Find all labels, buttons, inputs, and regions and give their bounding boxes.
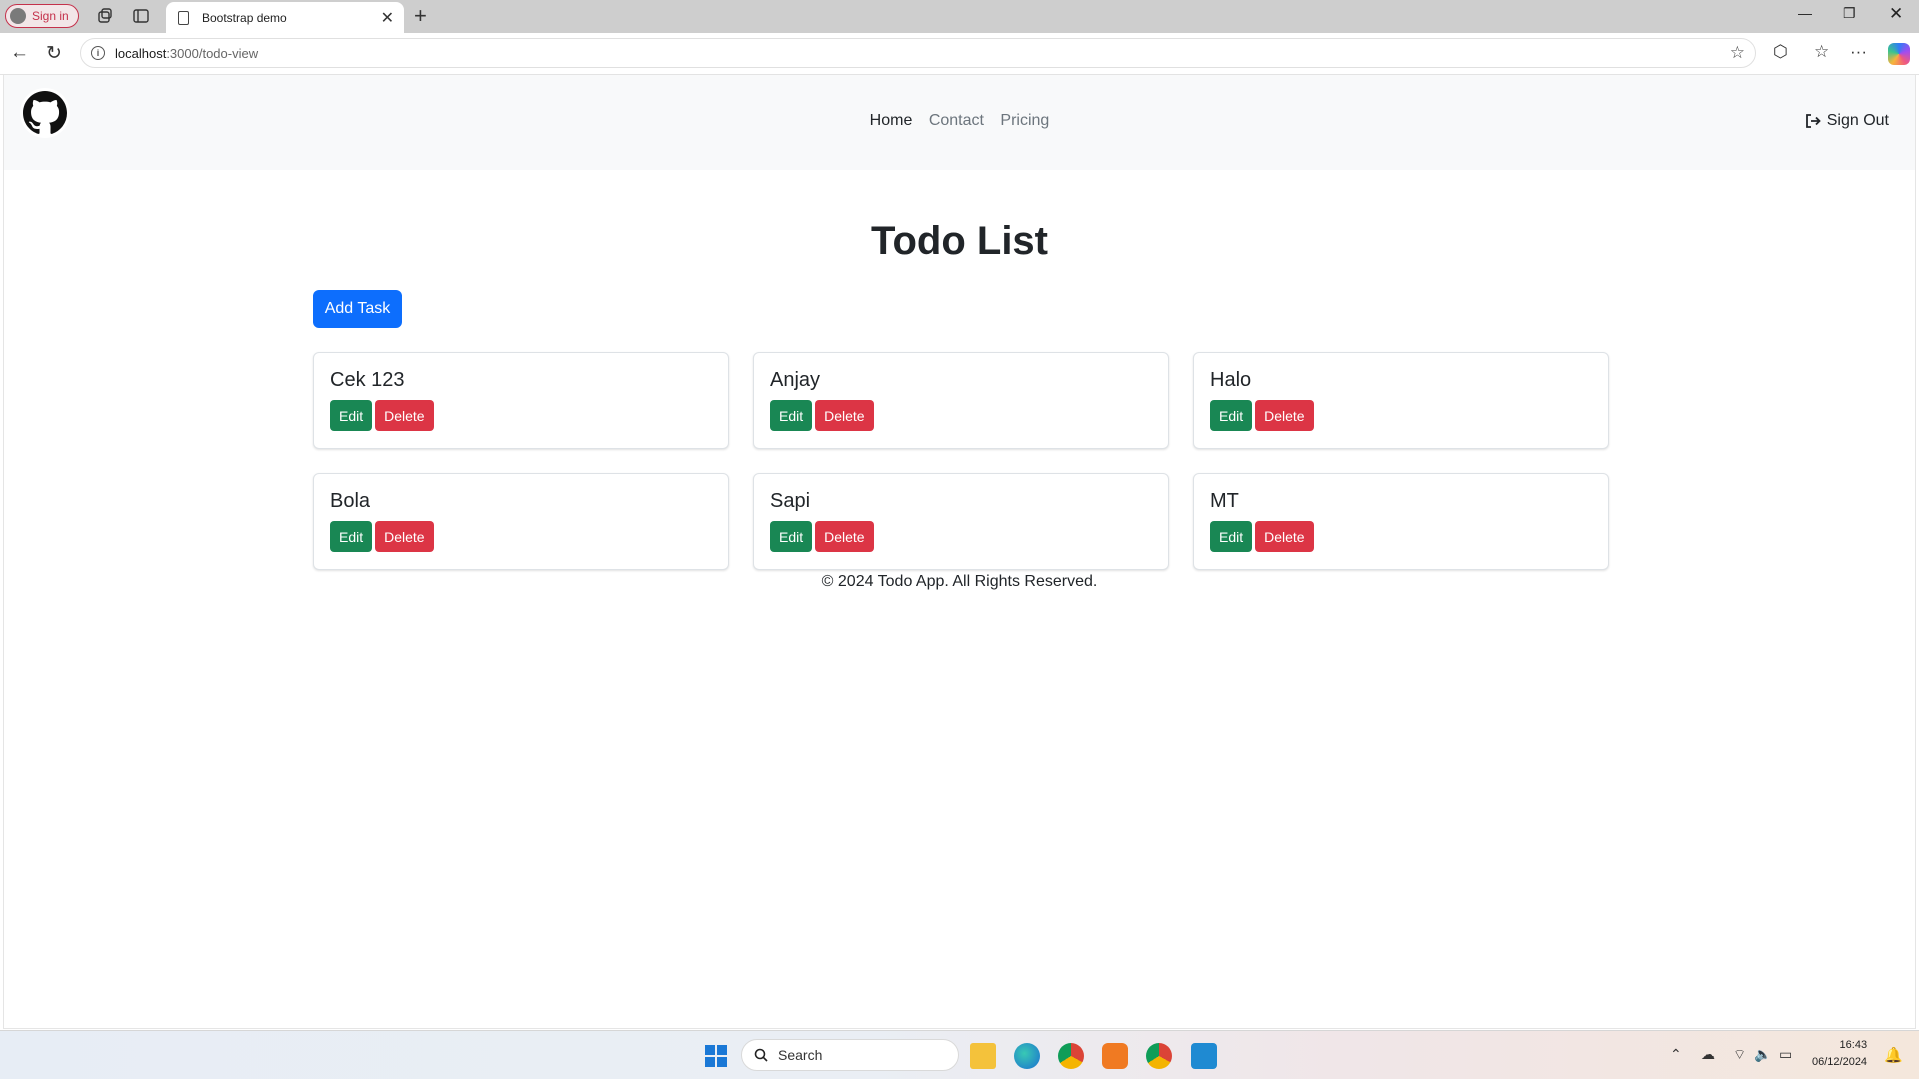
tab-bootstrap-demo[interactable]: Bootstrap demo ✕	[166, 2, 404, 33]
edit-button[interactable]: Edit	[330, 400, 373, 431]
show-hidden-icons-icon[interactable]: ⌃	[1670, 1046, 1682, 1063]
add-task-button[interactable]: Add Task	[313, 290, 402, 328]
browser-toolbar: ← ↻ i localhost:3000/todo-view ☆ ⬡ ☆ ···	[0, 33, 1919, 75]
task-title: Cek 123	[330, 369, 405, 391]
browser-titlebar: Sign in Bootstrap demo ✕ + — ❐ ✕	[0, 0, 1919, 33]
nav-links: Home Contact Pricing	[4, 112, 1915, 130]
task-card: MT Edit Delete	[1193, 473, 1609, 570]
edit-button[interactable]: Edit	[770, 521, 813, 552]
nav-contact[interactable]: Contact	[929, 112, 984, 129]
onedrive-icon[interactable]: ☁	[1701, 1046, 1715, 1063]
edit-button[interactable]: Edit	[1210, 400, 1253, 431]
favorite-star-icon[interactable]: ☆	[1730, 43, 1745, 63]
copilot-icon[interactable]	[1888, 43, 1910, 65]
notifications-icon[interactable]: 🔔	[1884, 1046, 1903, 1064]
edit-button[interactable]: Edit	[770, 400, 813, 431]
task-card: Sapi Edit Delete	[753, 473, 1169, 570]
nav-home[interactable]: Home	[870, 112, 913, 129]
vscode-icon[interactable]	[1191, 1043, 1217, 1069]
sign-out-button[interactable]: Sign Out	[1805, 112, 1889, 130]
tab-actions-icon[interactable]	[132, 7, 150, 25]
task-grid: Cek 123 Edit Delete Anjay Edit Delete Halo…	[313, 352, 1610, 570]
tab-title: Bootstrap demo	[202, 10, 287, 25]
delete-button[interactable]: Delete	[375, 400, 434, 431]
site-info-icon[interactable]: i	[91, 46, 105, 60]
clock-time: 16:43	[1839, 1039, 1868, 1051]
url-host: localhost	[115, 45, 167, 61]
refresh-icon[interactable]: ↻	[46, 42, 62, 65]
delete-button[interactable]: Delete	[375, 521, 434, 552]
wifi-icon[interactable]: ⌔	[1733, 1046, 1746, 1064]
workspaces-icon[interactable]	[96, 7, 114, 25]
task-title: Anjay	[770, 369, 821, 391]
battery-icon[interactable]: ▭	[1779, 1046, 1792, 1063]
signin-label: Sign in	[32, 9, 69, 23]
navbar: Home Contact Pricing Sign Out	[4, 75, 1915, 170]
sign-out-icon	[1805, 114, 1821, 128]
profile-signin-button[interactable]: Sign in	[5, 4, 79, 28]
minimize-icon[interactable]: —	[1798, 5, 1812, 21]
favorites-icon[interactable]: ☆	[1814, 42, 1829, 62]
page-title: Todo List	[871, 219, 1048, 263]
chrome-profile-icon[interactable]	[1146, 1043, 1172, 1069]
page-viewport: Home Contact Pricing Sign Out Todo List …	[3, 75, 1916, 1029]
clock-date: 06/12/2024	[1812, 1056, 1868, 1068]
file-explorer-icon[interactable]	[970, 1043, 996, 1069]
xampp-icon[interactable]	[1102, 1043, 1128, 1069]
search-placeholder: Search	[778, 1047, 823, 1063]
search-icon	[754, 1048, 768, 1062]
edge-icon[interactable]	[1014, 1043, 1040, 1069]
taskbar: Search ⌃ ☁ ⌔ 🔈 ▭ 16:43 06/12/2024 🔔	[0, 1030, 1919, 1079]
restore-icon[interactable]: ❐	[1843, 5, 1856, 22]
sign-out-label: Sign Out	[1826, 112, 1889, 129]
page-footer: © 2024 Todo App. All Rights Reserved.	[821, 573, 1098, 590]
volume-muted-icon[interactable]: 🔈	[1754, 1046, 1771, 1063]
delete-button[interactable]: Delete	[1255, 400, 1314, 431]
more-options-icon[interactable]: ···	[1850, 42, 1867, 62]
task-card: Halo Edit Delete	[1193, 352, 1609, 449]
task-card: Bola Edit Delete	[313, 473, 729, 570]
extensions-icon[interactable]: ⬡	[1773, 42, 1788, 62]
page-icon	[178, 10, 189, 25]
task-card: Anjay Edit Delete	[753, 352, 1169, 449]
new-tab-icon[interactable]: +	[414, 3, 427, 29]
back-icon[interactable]: ←	[10, 42, 29, 64]
delete-button[interactable]: Delete	[815, 521, 874, 552]
profile-icon	[10, 8, 26, 24]
task-card: Cek 123 Edit Delete	[313, 352, 729, 449]
address-bar[interactable]: i localhost:3000/todo-view ☆	[80, 38, 1756, 68]
chrome-icon[interactable]	[1058, 1043, 1084, 1069]
system-clock[interactable]: 16:43 06/12/2024	[1812, 1037, 1867, 1071]
edit-button[interactable]: Edit	[330, 521, 373, 552]
start-menu-icon[interactable]	[705, 1045, 727, 1067]
task-title: Halo	[1210, 369, 1252, 391]
close-tab-icon[interactable]: ✕	[381, 8, 394, 28]
taskbar-search[interactable]: Search	[741, 1039, 959, 1071]
edit-button[interactable]: Edit	[1210, 521, 1253, 552]
task-title: Bola	[330, 490, 371, 512]
task-title: MT	[1210, 490, 1239, 512]
delete-button[interactable]: Delete	[815, 400, 874, 431]
delete-button[interactable]: Delete	[1255, 521, 1314, 552]
nav-pricing[interactable]: Pricing	[1000, 112, 1049, 129]
task-title: Sapi	[770, 490, 811, 512]
url-path: :3000/todo-view	[166, 45, 259, 61]
close-window-icon[interactable]: ✕	[1889, 4, 1903, 24]
